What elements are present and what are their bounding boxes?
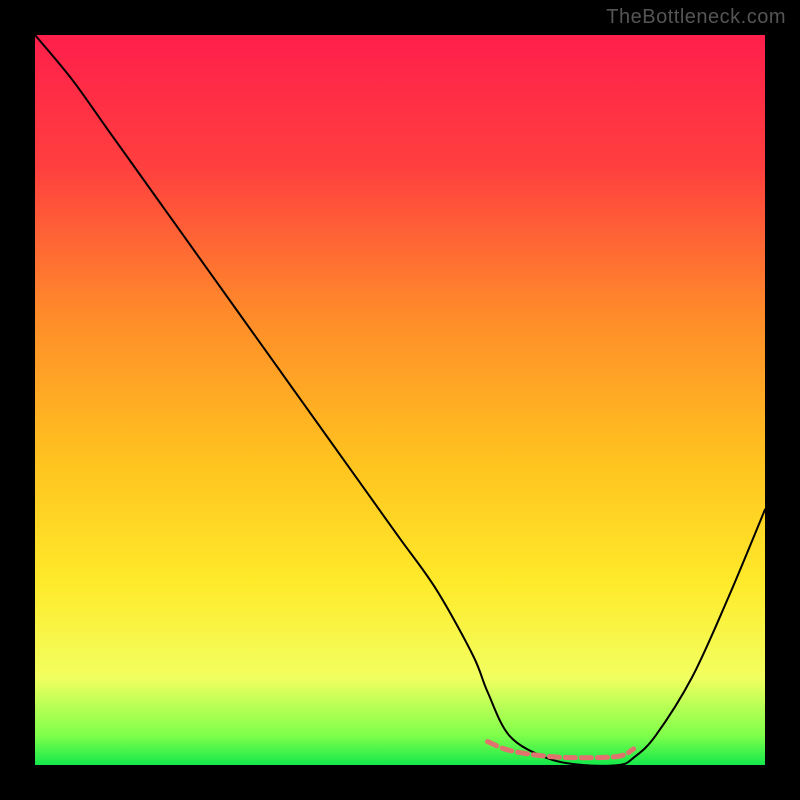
chart-frame: TheBottleneck.com (0, 0, 800, 800)
gradient-background (35, 35, 765, 765)
watermark-text: TheBottleneck.com (606, 6, 786, 29)
chart-svg (35, 35, 765, 765)
plot-area (35, 35, 765, 765)
